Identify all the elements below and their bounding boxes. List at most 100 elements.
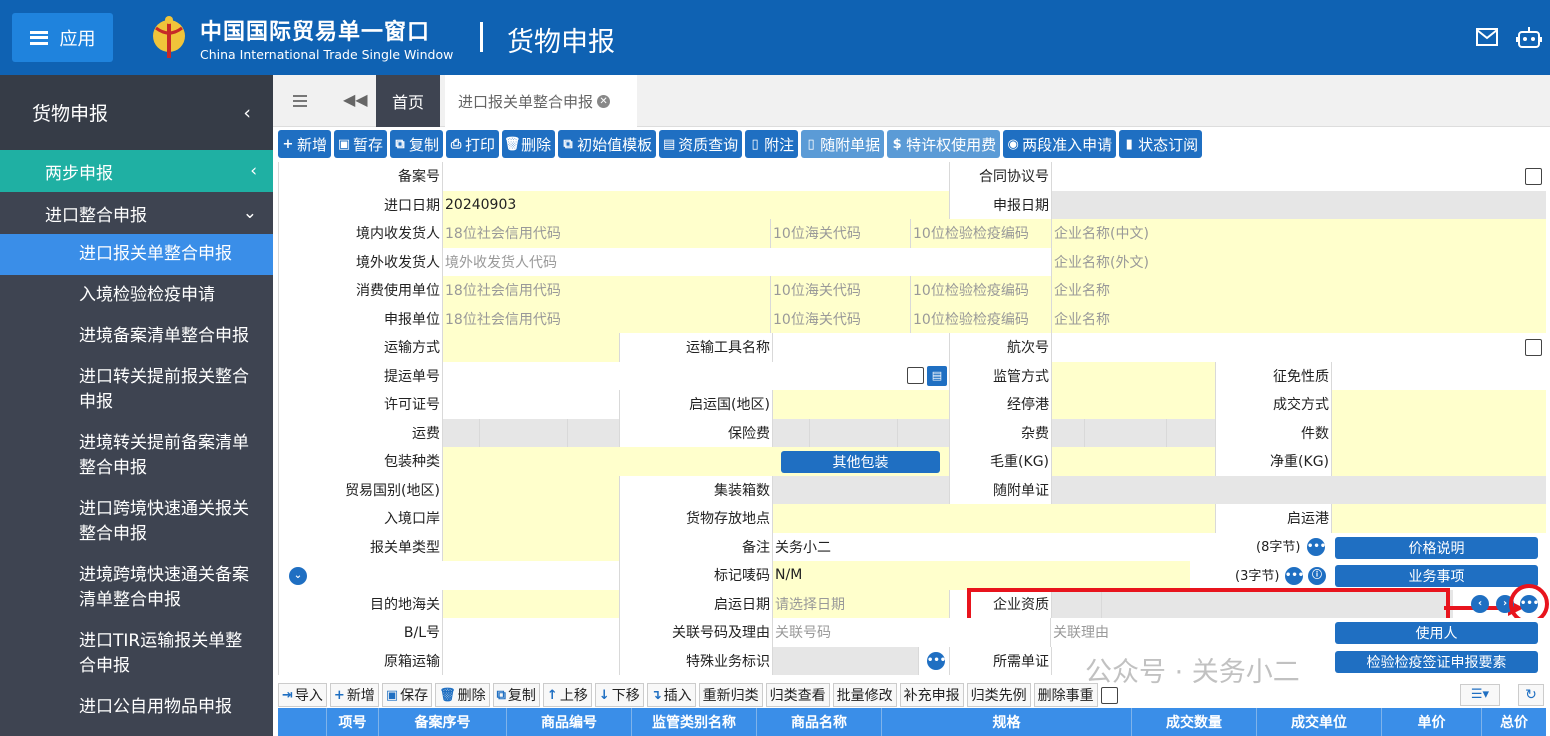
sidebar-subitem[interactable]: 入境检验检疫申请: [0, 275, 273, 316]
royalty-button[interactable]: $ 特许权使用费: [887, 130, 1001, 158]
sidebar-subitem[interactable]: 进境备案清单整合申报: [0, 316, 273, 357]
remarks-input[interactable]: 关务小二: [772, 532, 1334, 561]
package-count-input[interactable]: [1331, 418, 1546, 447]
declarant-customs-code-input[interactable]: 10位海关代码: [770, 304, 910, 333]
sidebar-subitem[interactable]: 进境转关提前备案清单整合申报: [0, 423, 273, 489]
column-header[interactable]: 项号: [326, 708, 378, 736]
license-number-input[interactable]: [442, 390, 619, 419]
more-icon[interactable]: •••: [927, 652, 946, 670]
scroll-tabs-left-icon[interactable]: ◀◀: [343, 90, 368, 109]
close-tab-icon[interactable]: ✕: [597, 94, 611, 108]
supplementary-declare-button[interactable]: 补充申报: [899, 683, 964, 707]
goods-delete-button[interactable]: 🗑 删除: [435, 683, 490, 707]
sidebar-subitem[interactable]: 进口跨境快速通关报关整合申报: [0, 489, 273, 555]
column-header[interactable]: 总价: [1481, 708, 1546, 736]
move-up-button[interactable]: ↑ 上移: [542, 683, 592, 707]
price-description-button[interactable]: 价格说明: [1335, 537, 1538, 559]
consignee-ciq-code-input[interactable]: 10位检验检疫编码: [910, 219, 1051, 248]
sidebar-item-import-integrated[interactable]: 进口整合申报 ⌄: [0, 192, 273, 234]
destination-customs-input[interactable]: [442, 589, 619, 618]
view-classification-button[interactable]: 归类查看: [765, 683, 830, 707]
column-header[interactable]: 成交数量: [1131, 708, 1256, 736]
expand-down-icon[interactable]: ⌄: [289, 567, 307, 585]
note-button[interactable]: ▯ 附注: [745, 130, 799, 158]
voyage-checkbox[interactable]: [1525, 338, 1542, 356]
copy-button[interactable]: ⧉ 复制: [390, 130, 444, 158]
status-subscribe-button[interactable]: ▮ 状态订阅: [1119, 130, 1203, 158]
insert-button[interactable]: ↴ 插入: [646, 683, 696, 707]
other-package-button[interactable]: 其他包装: [781, 450, 940, 473]
tab-home[interactable]: 首页: [376, 75, 440, 127]
sidebar-subitem[interactable]: 进口TIR运输报关单整合申报: [0, 621, 273, 687]
more-icon[interactable]: •••: [1307, 538, 1326, 556]
record-number-input[interactable]: [442, 162, 949, 191]
voyage-number-input[interactable]: [1051, 333, 1546, 362]
marks-input[interactable]: N/M: [772, 561, 1190, 590]
declaration-type-input[interactable]: [442, 532, 619, 561]
declarant-credit-code-input[interactable]: 18位社会信用代码: [442, 304, 770, 333]
origin-country-input[interactable]: [772, 390, 949, 419]
transaction-mode-input[interactable]: [1331, 390, 1546, 419]
column-header[interactable]: 备案序号: [378, 708, 506, 736]
delete-button[interactable]: 🗑 删除: [502, 130, 556, 158]
app-menu-button[interactable]: 应用: [12, 13, 113, 62]
robot-service-icon[interactable]: [1516, 26, 1542, 50]
trade-country-input[interactable]: [442, 475, 619, 504]
goods-save-button[interactable]: ▣ 保存: [381, 683, 433, 707]
transport-name-input[interactable]: [772, 333, 949, 362]
departure-port-input[interactable]: [1331, 504, 1546, 533]
bill-of-lading-input[interactable]: ▤: [442, 361, 949, 390]
gross-weight-input[interactable]: [1051, 447, 1215, 476]
tab-import-declaration[interactable]: 进口报关单整合申报 ✕: [445, 75, 637, 127]
more-icon[interactable]: •••: [1520, 595, 1539, 613]
column-header[interactable]: 商品名称: [756, 708, 881, 736]
goods-copy-button[interactable]: ⧉ 复制: [492, 683, 540, 707]
original-container-input[interactable]: [442, 646, 619, 675]
bl-number-input[interactable]: [442, 618, 619, 647]
column-header[interactable]: 规格: [881, 708, 1131, 736]
related-reason-input[interactable]: 关联理由: [1050, 618, 1334, 647]
sidebar-subitem[interactable]: 进口转关提前报关整合申报: [0, 357, 273, 423]
business-items-button[interactable]: 业务事项: [1335, 565, 1538, 587]
consignee-credit-code-input[interactable]: 18位社会信用代码: [442, 219, 770, 248]
column-header[interactable]: 商品编号: [506, 708, 631, 736]
mail-icon[interactable]: [1476, 28, 1498, 46]
import-button[interactable]: ⇥ 导入: [278, 683, 327, 707]
qualification-query-button[interactable]: ▤ 资质查询: [659, 130, 743, 158]
supervision-mode-input[interactable]: [1051, 361, 1215, 390]
contract-checkbox[interactable]: [1525, 167, 1542, 185]
batch-edit-button[interactable]: 批量修改: [832, 683, 897, 707]
consumer-customs-code-input[interactable]: 10位海关代码: [770, 276, 910, 305]
tax-nature-input[interactable]: [1331, 361, 1546, 390]
sidebar-section-header[interactable]: 货物申报 ‹: [0, 75, 273, 150]
sidebar-item-two-step[interactable]: 两步申报 ‹: [0, 150, 273, 192]
overseas-consignor-code-input[interactable]: 境外收发货人代码: [442, 247, 1051, 276]
column-header[interactable]: 成交单位: [1256, 708, 1381, 736]
info-icon[interactable]: ⓘ: [1308, 567, 1326, 585]
move-down-button[interactable]: ↓ 下移: [594, 683, 644, 707]
column-header[interactable]: 监管类别名称: [631, 708, 756, 736]
select-checkbox[interactable]: [1100, 686, 1118, 704]
document-edit-icon[interactable]: ▤: [927, 365, 947, 386]
two-stage-access-button[interactable]: ◉ 两段准入申请: [1003, 130, 1117, 158]
user-button[interactable]: 使用人: [1335, 622, 1538, 644]
more-icon[interactable]: •••: [1285, 567, 1304, 585]
consumer-name-input[interactable]: 企业名称: [1051, 276, 1546, 305]
collapse-menu-icon[interactable]: [293, 95, 307, 107]
template-button[interactable]: ⧉ 初始值模板: [558, 130, 657, 158]
contract-number-input[interactable]: [1051, 162, 1546, 191]
sidebar-subitem[interactable]: 进口报关单整合申报: [0, 234, 273, 275]
related-number-input[interactable]: 关联号码: [772, 618, 1050, 647]
consignee-name-input[interactable]: 企业名称(中文): [1051, 219, 1546, 248]
consumer-ciq-code-input[interactable]: 10位检验检疫编码: [910, 276, 1051, 305]
stop-port-input[interactable]: [1051, 390, 1215, 419]
consignee-customs-code-input[interactable]: 10位海关代码: [770, 219, 910, 248]
declarant-name-input[interactable]: 企业名称: [1051, 304, 1546, 333]
departure-date-input[interactable]: 请选择日期: [772, 589, 949, 618]
consumer-credit-code-input[interactable]: 18位社会信用代码: [442, 276, 770, 305]
column-list-icon[interactable]: ☰▾: [1460, 684, 1500, 706]
declarant-ciq-code-input[interactable]: 10位检验检疫编码: [910, 304, 1051, 333]
entry-port-input[interactable]: [442, 504, 619, 533]
attached-docs-button[interactable]: ▯ 随附单据: [801, 130, 885, 158]
sidebar-subitem[interactable]: 进境跨境快速通关备案清单整合申报: [0, 555, 273, 621]
